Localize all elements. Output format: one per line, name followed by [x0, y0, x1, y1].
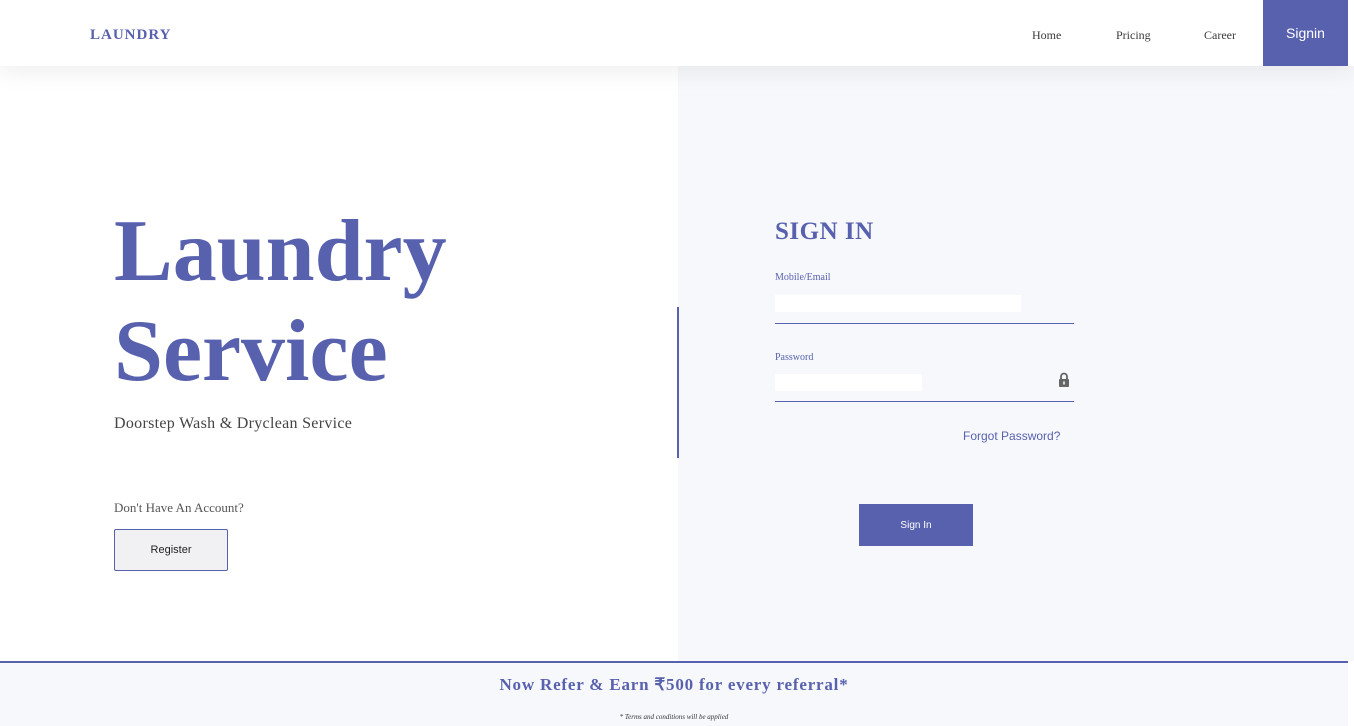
register-button[interactable]: Register: [114, 529, 228, 571]
forgot-password-link[interactable]: Forgot Password?: [963, 429, 1060, 443]
email-underline: [775, 323, 1074, 324]
email-label: Mobile/Email: [775, 272, 831, 283]
top-navbar: LAUNDRY Home Pricing Career Signin: [0, 0, 1354, 66]
signin-panel: SIGN IN Mobile/Email Password Forgot Pas…: [678, 66, 1354, 661]
hero-title-line2: Service: [114, 303, 388, 400]
password-underline: [775, 401, 1074, 402]
terms-text: * Terms and conditions will be applied: [619, 713, 729, 721]
hero-title: Laundry Service: [114, 202, 614, 402]
hero-title-line1: Laundry: [114, 203, 447, 300]
lock-icon[interactable]: [1058, 372, 1070, 388]
hero-section: Laundry Service Doorstep Wash & Dryclean…: [0, 66, 678, 661]
nav-career-link[interactable]: Career: [1204, 28, 1236, 43]
nav-pricing-link[interactable]: Pricing: [1116, 28, 1151, 43]
signin-submit-button[interactable]: Sign In: [859, 504, 973, 546]
no-account-text: Don't Have An Account?: [114, 500, 244, 515]
brand-logo[interactable]: LAUNDRY: [90, 27, 171, 44]
password-label: Password: [775, 352, 814, 363]
nav-signin-button[interactable]: Signin: [1263, 0, 1348, 66]
email-field[interactable]: [775, 295, 1021, 312]
hero-subtitle: Doorstep Wash & Dryclean Service: [114, 415, 353, 432]
password-field[interactable]: [775, 374, 922, 391]
referral-banner: Now Refer & Earn ₹500 for every referral…: [0, 661, 1348, 726]
vertical-divider: [677, 307, 679, 458]
page: LAUNDRY Home Pricing Career Signin Laund…: [0, 0, 1354, 726]
signin-title: SIGN IN: [775, 218, 874, 245]
nav-home-link[interactable]: Home: [1032, 28, 1061, 43]
referral-text: Now Refer & Earn ₹500 for every referral…: [499, 675, 849, 694]
